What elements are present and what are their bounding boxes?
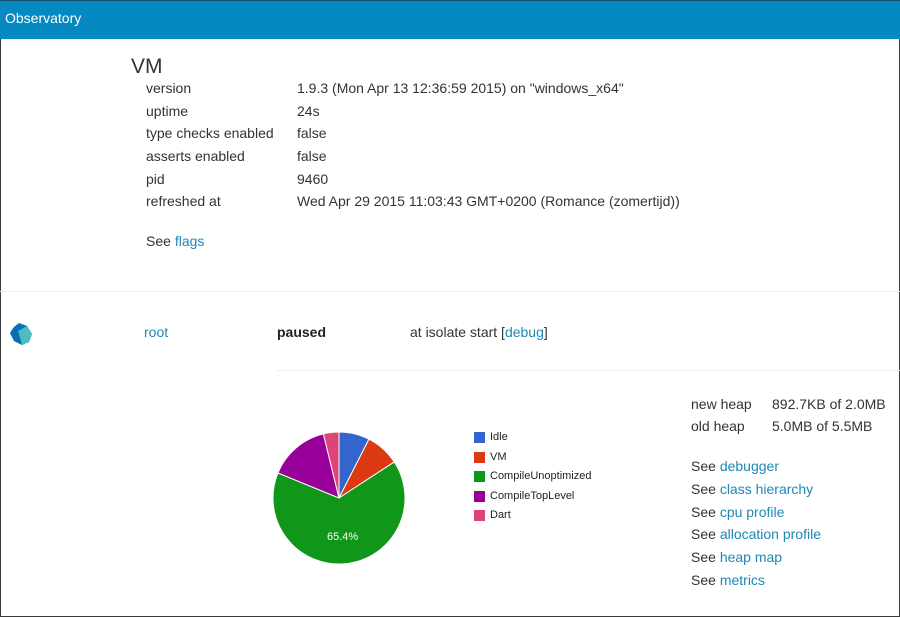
flags-link[interactable]: flags [175, 233, 205, 249]
see-link-row: See cpu profile [691, 504, 784, 520]
heap-key: old heap [691, 418, 745, 434]
vm-property-value: false [297, 125, 327, 141]
section-divider [0, 291, 900, 292]
legend-swatch [474, 490, 485, 502]
pause-detail-suffix: ] [543, 324, 548, 340]
pie-chart-svg: 65.4% [272, 431, 406, 565]
see-prefix: See [691, 526, 716, 543]
vm-section-title: VM [131, 55, 163, 78]
navbar: Observatory [0, 0, 900, 39]
legend-label: Idle [490, 431, 508, 443]
debug-link[interactable]: debug [505, 324, 544, 340]
legend-label: CompileUnoptimized [490, 470, 592, 482]
legend-label: VM [490, 450, 507, 463]
legend-swatch [474, 471, 485, 482]
isolate-name-link[interactable]: root [144, 324, 168, 340]
see-prefix: See [691, 549, 716, 566]
heap-key: new heap [691, 396, 752, 412]
class-hierarchy-link[interactable]: class hierarchy [720, 481, 813, 497]
vm-property-value: 24s [297, 103, 320, 119]
heap-value: 5.0MB of 5.5MB [772, 418, 873, 434]
metrics-link[interactable]: metrics [720, 572, 765, 588]
debugger-link[interactable]: debugger [720, 458, 779, 474]
legend-label: CompileTopLevel [490, 489, 575, 502]
isolate-pause-detail: at isolate start [debug] [410, 324, 548, 340]
pie-chart: 65.4% [265, 425, 415, 575]
vm-property-value: false [297, 148, 327, 164]
heap-map-link[interactable]: heap map [720, 549, 782, 565]
see-link-row: See debugger [691, 458, 779, 474]
allocation-profile-link[interactable]: allocation profile [720, 526, 821, 542]
vm-property-value: 9460 [297, 171, 329, 187]
see-link-row: See heap map [691, 549, 782, 565]
heap-value: 892.7KB of 2.0MB [772, 396, 886, 412]
dart-isolate-icon [10, 322, 32, 346]
vm-property-key: pid [146, 171, 165, 187]
vm-property-key: refreshed at [146, 193, 221, 209]
pause-detail-prefix: at isolate start [ [410, 324, 505, 340]
legend-swatch [474, 432, 485, 443]
legend-swatch [474, 510, 485, 521]
see-link-row: See class hierarchy [691, 481, 813, 497]
vm-property-key: asserts enabled [146, 148, 245, 164]
legend-label: Dart [490, 509, 511, 521]
pie-slice-label: 65.4% [327, 531, 358, 543]
legend-swatch [474, 451, 485, 463]
see-prefix: See [146, 233, 171, 249]
see-prefix: See [691, 480, 716, 497]
vm-property-value: 1.9.3 (Mon Apr 13 12:36:59 2015) on "win… [297, 80, 624, 96]
see-prefix: See [691, 572, 716, 588]
see-prefix: See [691, 458, 716, 474]
isolate-divider [277, 370, 900, 371]
isolate-state: paused [277, 324, 327, 340]
see-link-row: See allocation profile [691, 526, 821, 542]
vm-property-value: Wed Apr 29 2015 11:03:43 GMT+0200 (Roman… [297, 193, 680, 209]
cpu-profile-link[interactable]: cpu profile [720, 504, 785, 520]
see-prefix: See [691, 503, 716, 520]
see-flags: See flags [146, 233, 204, 249]
vm-property-key: uptime [146, 103, 189, 119]
vm-property-key: type checks enabled [146, 125, 274, 141]
see-link-row: See metrics [691, 572, 765, 588]
navbar-title-observatory[interactable]: Observatory [5, 10, 81, 26]
vm-property-key: version [146, 80, 192, 96]
